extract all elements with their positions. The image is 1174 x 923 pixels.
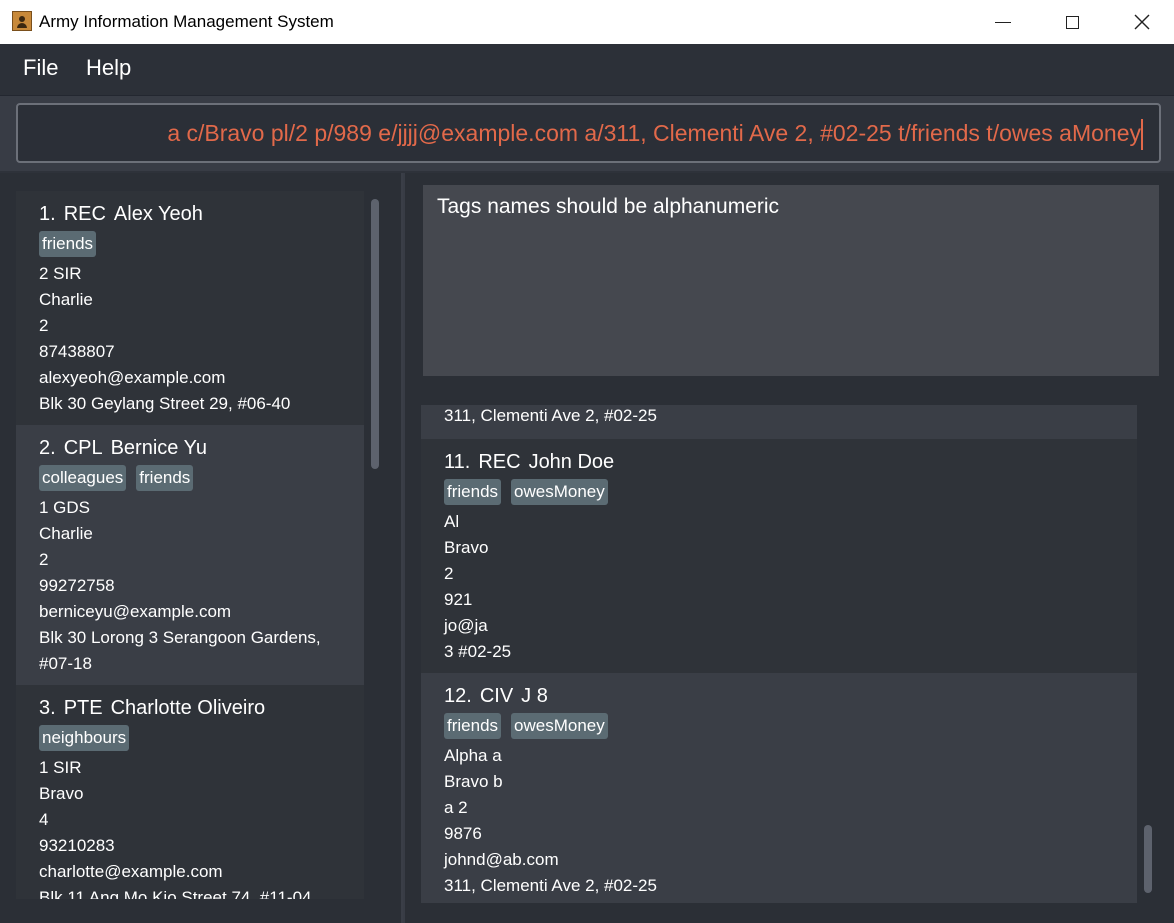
person-card-header: 3. PTE Charlotte Oliveiro [39,695,341,721]
person-name: John Doe [528,451,615,473]
person-card[interactable]: 2. CPL Bernice Yu colleagues friends 1 GDS Cha… [16,425,364,685]
result-message: Tags names should be alphanumeric [437,195,780,218]
person-address: 3 #02-25 [444,642,512,661]
person-name: Charlotte Oliveiro [110,697,266,719]
person-email: charlotte@example.com [39,862,223,881]
title-bar: Army Information Management System [0,0,1174,44]
person-rank: CPL [63,437,103,459]
person-address: 311, Clementi Ave 2, #02-25 [444,876,657,895]
tag-badge: friends [39,231,97,257]
person-phone: 93210283 [39,836,115,855]
person-company: Charlie [39,290,93,309]
person-unit: 1 GDS [39,498,91,517]
person-phone: 87438807 [39,342,115,361]
minimize-icon [995,21,1011,23]
person-card-header: 1. REC Alex Yeoh [39,201,341,227]
person-rank: REC [63,203,106,225]
person-name: J 8 [521,685,548,707]
person-email: jo@ja [444,616,488,635]
maximize-icon [1065,15,1079,29]
person-platoon: 2 [39,550,49,569]
person-index: 3. [39,697,56,719]
person-rank: REC [478,451,521,473]
person-card[interactable]: 11. REC John Doe friends owesMoney Al Bravo 2 92… [421,439,1137,673]
text-caret [1141,119,1143,150]
person-platoon: a 2 [444,798,468,817]
person-email: johnd@ab.com [444,850,559,869]
minimize-button[interactable] [980,0,1026,44]
tag-badge: friends [444,713,502,739]
maximize-button[interactable] [1049,0,1095,44]
person-name: Bernice Yu [110,437,207,459]
person-index: 1. [39,203,56,225]
person-address: Blk 30 Geylang Street 29, #06-40 [39,394,291,413]
person-rank: CIV [479,685,514,707]
tag-badge: owesMoney [511,479,608,505]
tag-list: colleagues friends [39,465,341,491]
person-card[interactable]: 1. REC Alex Yeoh friends 2 SIR Charlie 2 874388… [16,191,364,425]
person-address: Blk 11 Ang Mo Kio Street 74, #11-04 [39,888,312,899]
person-platoon: 2 [39,316,49,335]
person-unit: 2 SIR [39,264,82,283]
tag-badge: friends [136,465,194,491]
person-unit: Alpha a [444,746,502,765]
person-company: Bravo [444,538,489,557]
person-index: 11. [444,451,471,473]
person-platoon: 2 [444,564,454,583]
person-company: Bravo [39,784,84,803]
menu-help[interactable]: Help [86,55,131,81]
app-icon [12,11,32,31]
person-rank: PTE [63,697,103,719]
right-panel: Tags names should be alphanumeric 311, C… [405,173,1174,923]
filtered-person-list[interactable]: 311, Clementi Ave 2, #02-25 11. REC John D… [421,405,1137,903]
list-item-partial[interactable]: 311, Clementi Ave 2, #02-25 [421,405,1137,439]
person-card-header: 11. REC John Doe [444,449,1114,475]
tag-badge: owesMoney [511,713,608,739]
close-icon [1134,14,1150,30]
tag-list: friends owesMoney [444,479,1114,505]
menu-file[interactable]: File [23,55,58,81]
person-unit: 1 SIR [39,758,82,777]
command-input-text: a c/Bravo pl/2 p/989 e/jjjj@example.com … [167,120,1141,146]
tag-list: neighbours [39,725,341,751]
person-phone: 9876 [444,824,482,843]
tag-badge: friends [444,479,502,505]
window-title: Army Information Management System [39,12,334,31]
person-list-panel: 1. REC Alex Yeoh friends 2 SIR Charlie 2 874388… [0,173,403,923]
person-card-header: 12. CIV J 8 [444,683,1114,709]
tag-list: friends [39,231,341,257]
person-index: 2. [39,437,56,459]
person-email: alexyeoh@example.com [39,368,226,387]
person-list[interactable]: 1. REC Alex Yeoh friends 2 SIR Charlie 2 874388… [16,191,364,899]
person-unit: Al [444,512,460,531]
person-address: Blk 30 Lorong 3 Serangoon Gardens, #07-1… [39,628,321,673]
person-index: 12. [444,685,472,707]
filtered-list-scrollbar[interactable] [1144,825,1152,893]
person-phone: 99272758 [39,576,115,595]
tag-badge: neighbours [39,725,130,751]
person-phone: 921 [444,590,473,609]
person-card[interactable]: 3. PTE Charlotte Oliveiro neighbours 1 SIR Br… [16,685,364,899]
close-button[interactable] [1119,0,1165,44]
tag-list: friends owesMoney [444,713,1114,739]
person-platoon: 4 [39,810,49,829]
menu-bar: File Help [0,44,1174,96]
person-name: Alex Yeoh [113,203,203,225]
person-company: Charlie [39,524,93,543]
person-card[interactable]: 12. CIV J 8 friends owesMoney Alpha a Bravo b a… [421,673,1137,903]
person-address: 311, Clementi Ave 2, #02-25 [444,406,657,425]
command-input[interactable]: a c/Bravo pl/2 p/989 e/jjjj@example.com … [16,103,1161,163]
person-email: berniceyu@example.com [39,602,232,621]
result-display: Tags names should be alphanumeric [423,185,1159,376]
person-company: Bravo b [444,772,503,791]
person-list-scrollbar[interactable] [371,199,379,469]
tag-badge: colleagues [39,465,127,491]
person-card-header: 2. CPL Bernice Yu [39,435,341,461]
